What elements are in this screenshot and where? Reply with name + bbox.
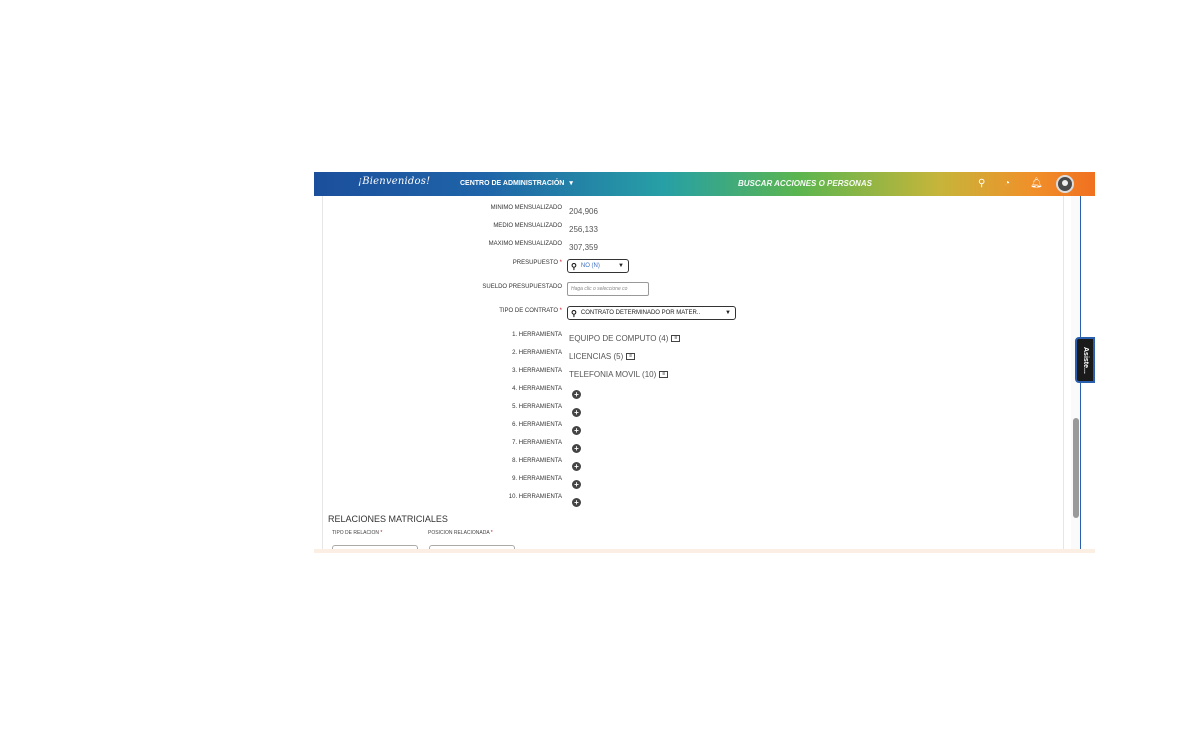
- top-navigation-bar: ¡Bienvenidos! CENTRO DE ADMINISTRACIÓN ▾…: [314, 172, 1095, 196]
- edit-icon[interactable]: ≡: [626, 353, 636, 360]
- add-tool-6-icon[interactable]: +: [572, 426, 581, 435]
- max-salary-label: MAXIMO MENSUALIZADO: [488, 241, 562, 247]
- tool-6-label: 6. HERRAMIENTA: [512, 422, 562, 428]
- contract-type-value: CONTRATO DETERMINADO POR MATER..: [580, 310, 701, 316]
- assistant-tab[interactable]: Asiste...: [1075, 337, 1095, 383]
- tool-3-value: TELEFONIA MOVIL (10) ≡: [569, 370, 669, 379]
- add-tool-10-icon[interactable]: +: [572, 498, 581, 507]
- min-salary-value: 204,906: [569, 207, 598, 216]
- budgeted-salary-input[interactable]: Haga clic o seleccione co: [567, 282, 649, 296]
- search-icon: ⚲: [571, 261, 577, 271]
- search-icon[interactable]: ⚲: [978, 177, 985, 191]
- add-tool-5-icon[interactable]: +: [572, 408, 581, 417]
- budget-select-value: NO (N): [580, 263, 600, 269]
- tool-4-label: 4. HERRAMIENTA: [512, 386, 562, 392]
- add-tool-9-icon[interactable]: +: [572, 480, 581, 489]
- search-actions-input[interactable]: BUSCAR ACCIONES O PERSONAS: [738, 179, 872, 188]
- notification-bell-icon[interactable]: 🔔︎: [1030, 177, 1043, 191]
- budget-label: PRESUPUESTO *: [512, 260, 562, 266]
- caret-down-icon: ▼: [725, 310, 731, 316]
- min-salary-label: MINIMO MENSUALIZADO: [490, 205, 562, 211]
- tool-2-label: 2. HERRAMIENTA: [512, 350, 562, 356]
- budget-select[interactable]: ⚲ NO (N) ▼: [567, 259, 629, 273]
- search-icon: ⚲: [571, 308, 577, 318]
- add-tool-4-icon[interactable]: +: [572, 390, 581, 399]
- tool-9-label: 9. HERRAMIENTA: [512, 476, 562, 482]
- user-avatar[interactable]: [1056, 175, 1074, 193]
- add-tool-8-icon[interactable]: +: [572, 462, 581, 471]
- app-window: ¡Bienvenidos! CENTRO DE ADMINISTRACIÓN ▾…: [314, 172, 1095, 553]
- help-icon[interactable]: ◔: [1004, 177, 1010, 191]
- contract-type-label: TIPO DE CONTRATO *: [499, 308, 562, 314]
- brand-logo[interactable]: ¡Bienvenidos!: [358, 176, 430, 187]
- tool-10-label: 10. HERRAMIENTA: [508, 494, 562, 500]
- tool-7-label: 7. HERRAMIENTA: [512, 440, 562, 446]
- mid-salary-value: 256,133: [569, 225, 598, 234]
- caret-down-icon: ▼: [618, 263, 624, 269]
- chevron-down-icon: ▾: [569, 180, 573, 187]
- tool-1-value: EQUIPO DE COMPUTO (4) ≡: [569, 334, 681, 343]
- budgeted-salary-label: SUELDO PRESUPUESTADO: [482, 284, 562, 290]
- scrollbar-thumb[interactable]: [1073, 418, 1079, 518]
- edit-icon[interactable]: ≡: [659, 371, 669, 378]
- tool-1-label: 1. HERRAMIENTA: [512, 332, 562, 338]
- form-content-area: [322, 196, 1064, 553]
- edit-icon[interactable]: ≡: [671, 335, 681, 342]
- mid-salary-label: MEDIO MENSUALIZADO: [493, 223, 562, 229]
- tool-3-label: 3. HERRAMIENTA: [512, 368, 562, 374]
- add-tool-7-icon[interactable]: +: [572, 444, 581, 453]
- admin-center-label: CENTRO DE ADMINISTRACIÓN: [460, 179, 565, 187]
- tool-2-value: LICENCIAS (5) ≡: [569, 352, 636, 361]
- relation-type-label: TIPO DE RELACION *: [332, 530, 383, 536]
- related-position-label: POSICION RELACIONADA *: [428, 530, 493, 536]
- matrix-relations-title: RELACIONES MATRICIALES: [328, 514, 448, 524]
- admin-center-menu[interactable]: CENTRO DE ADMINISTRACIÓN ▾: [460, 179, 573, 188]
- max-salary-value: 307,359: [569, 243, 598, 252]
- tool-5-label: 5. HERRAMIENTA: [512, 404, 562, 410]
- bottom-strip: [314, 549, 1095, 553]
- contract-type-select[interactable]: ⚲ CONTRATO DETERMINADO POR MATER.. ▼: [567, 306, 736, 320]
- tool-8-label: 8. HERRAMIENTA: [512, 458, 562, 464]
